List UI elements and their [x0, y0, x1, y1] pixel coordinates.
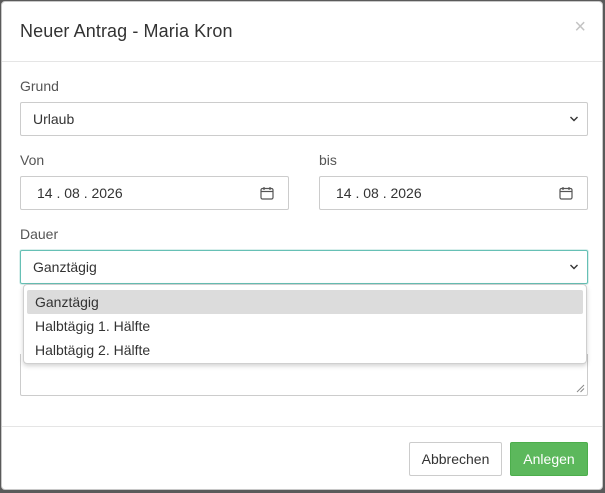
von-date-input[interactable]: 14 . 08 . 2026 — [20, 176, 289, 210]
chevron-down-icon — [570, 264, 578, 270]
dauer-option[interactable]: Ganztägig — [27, 290, 583, 314]
dauer-select[interactable]: Ganztägig — [20, 250, 588, 284]
grund-label: Grund — [20, 78, 59, 94]
dauer-dropdown-list: Ganztägig Halbtägig 1. Hälfte Halbtägig … — [23, 284, 587, 364]
dauer-label: Dauer — [20, 226, 59, 242]
dauer-value: Ganztägig — [33, 259, 97, 275]
dauer-option[interactable]: Halbtägig 2. Hälfte — [27, 338, 583, 362]
bis-value: 14 . 08 . 2026 — [336, 185, 422, 201]
von-value: 14 . 08 . 2026 — [37, 185, 123, 201]
cancel-button[interactable]: Abbrechen — [409, 442, 502, 476]
create-button[interactable]: Anlegen — [510, 442, 588, 476]
modal-title: Neuer Antrag - Maria Kron — [20, 21, 233, 41]
modal-header: Neuer Antrag - Maria Kron × — [2, 2, 602, 62]
bis-label: bis — [319, 152, 337, 168]
footer-divider — [2, 426, 602, 427]
resize-handle-icon[interactable] — [575, 383, 585, 393]
von-label: Von — [20, 152, 45, 168]
calendar-icon[interactable] — [559, 186, 573, 200]
grund-value: Urlaub — [33, 111, 75, 127]
dauer-option[interactable]: Halbtägig 1. Hälfte — [27, 314, 583, 338]
chevron-down-icon — [570, 116, 578, 122]
calendar-icon[interactable] — [260, 186, 274, 200]
grund-select[interactable]: Urlaub — [20, 102, 588, 136]
close-icon[interactable]: × — [574, 17, 586, 37]
bis-date-input[interactable]: 14 . 08 . 2026 — [319, 176, 588, 210]
new-request-modal: Neuer Antrag - Maria Kron × Grund Urlaub… — [1, 1, 603, 490]
